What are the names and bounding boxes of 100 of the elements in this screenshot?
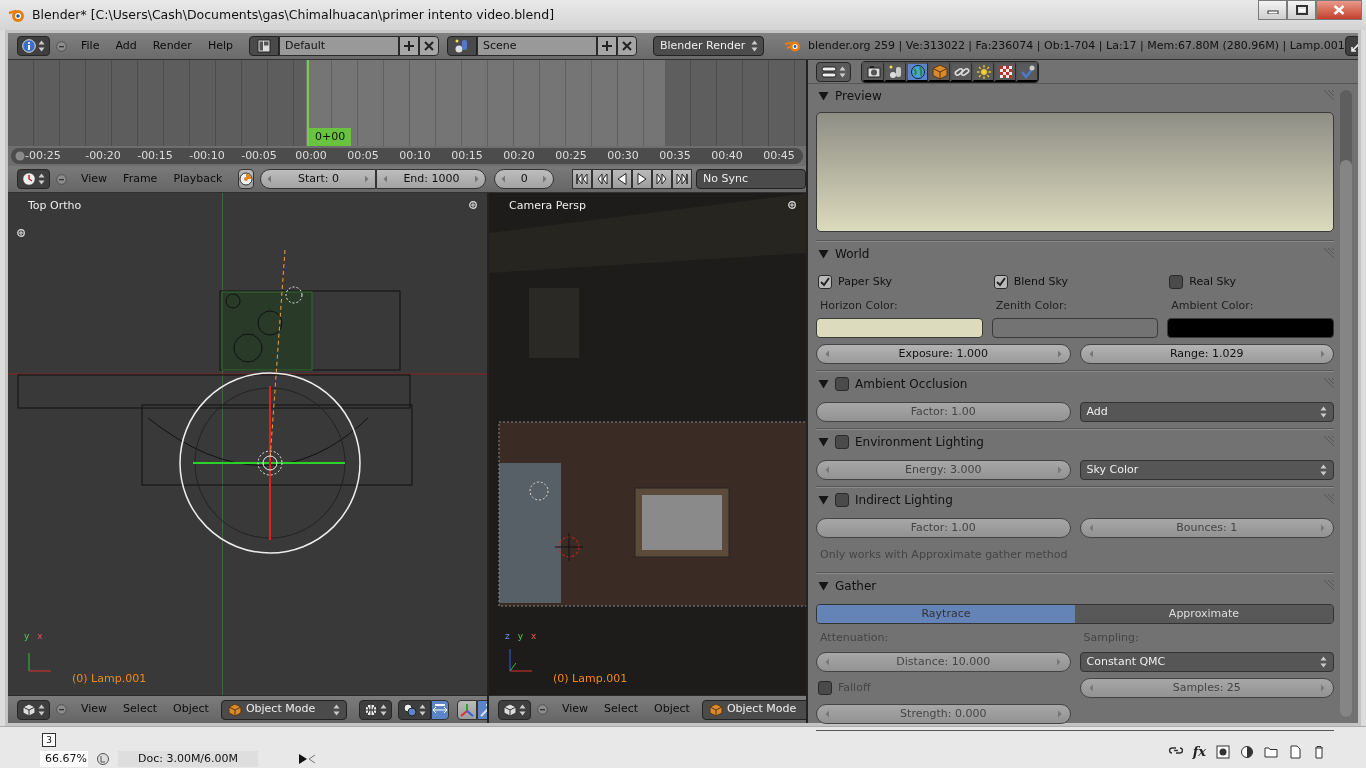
checkbox[interactable] xyxy=(818,681,832,695)
info-icon xyxy=(22,39,36,53)
color-swatch[interactable] xyxy=(816,318,983,338)
properties-tab[interactable] xyxy=(906,61,928,82)
up-down-arrows-icon xyxy=(1320,656,1327,668)
editor-type-button[interactable] xyxy=(498,699,531,720)
number-field[interactable]: Exposure: 1.000 xyxy=(816,344,1071,364)
expanded-triangle-icon[interactable] xyxy=(818,379,829,389)
checkbox[interactable] xyxy=(835,435,849,449)
panel-title: World xyxy=(835,246,870,263)
effects-button[interactable]: fx xyxy=(1192,742,1206,762)
scene-browse-button[interactable] xyxy=(446,36,477,56)
number-field[interactable]: Strength: 0.000 xyxy=(816,704,1071,724)
menu-item[interactable]: Add xyxy=(107,37,145,55)
sync-dropdown[interactable]: No Sync xyxy=(696,169,806,189)
editor-type-button[interactable] xyxy=(17,699,50,720)
menu-item[interactable]: View xyxy=(73,701,116,718)
number-field[interactable]: Distance: 10.000 xyxy=(816,652,1071,672)
number-field[interactable]: Range: 1.029 xyxy=(1079,344,1334,364)
number-field[interactable]: Samples: 25 xyxy=(1079,678,1334,698)
up-down-arrows-icon xyxy=(1320,406,1327,418)
layer-tool-button[interactable] xyxy=(1312,745,1326,759)
menu-item[interactable]: Select xyxy=(115,701,166,718)
layout-name-field[interactable]: Default xyxy=(278,36,399,56)
close-icon xyxy=(620,40,633,52)
render-engine-dropdown[interactable]: Blender Render xyxy=(652,36,764,56)
expanded-triangle-icon[interactable] xyxy=(818,437,829,447)
expanded-triangle-icon[interactable] xyxy=(818,249,829,259)
remove-button[interactable] xyxy=(418,36,439,56)
menu-item[interactable]: Playback xyxy=(165,170,231,188)
layout-browse-button[interactable] xyxy=(248,36,279,56)
checkbox[interactable] xyxy=(835,377,849,391)
editor-type-button[interactable] xyxy=(17,169,50,189)
checkbox[interactable] xyxy=(835,493,849,507)
play-button[interactable] xyxy=(632,169,652,189)
dropdown[interactable]: Add xyxy=(1079,402,1334,422)
layer-tool-button[interactable] xyxy=(1240,745,1254,759)
properties-tab[interactable] xyxy=(928,61,950,82)
maximize-button[interactable] xyxy=(1287,0,1316,20)
number-field[interactable]: Bounces: 1 xyxy=(1079,518,1334,538)
pivot-dropdown[interactable] xyxy=(397,699,431,720)
zoom-field[interactable]: 66.67% xyxy=(40,751,88,767)
dropdown[interactable]: Sky Color xyxy=(1079,460,1334,480)
properties-tab[interactable] xyxy=(862,61,884,82)
mode-dropdown[interactable]: Object Mode xyxy=(220,699,347,720)
keyframe-button[interactable] xyxy=(238,169,255,189)
previous-keyframe-button[interactable] xyxy=(592,169,612,189)
menu-item[interactable]: View xyxy=(554,701,597,718)
next-keyframe-button[interactable] xyxy=(652,169,672,189)
menu-item[interactable]: Object xyxy=(646,701,698,718)
context-dropdown[interactable] xyxy=(816,61,851,82)
properties-tab[interactable] xyxy=(1016,61,1038,82)
layer-tool-button[interactable] xyxy=(1264,745,1278,759)
layer-tool-button[interactable] xyxy=(1216,745,1230,759)
color-swatch[interactable] xyxy=(991,318,1159,338)
checkbox[interactable] xyxy=(1169,275,1184,289)
scene-name-field[interactable]: Scene xyxy=(476,36,597,56)
left-arrow-icon xyxy=(825,350,830,358)
folder-icon xyxy=(1264,745,1278,759)
slider-field[interactable]: Factor: 1.00 xyxy=(816,518,1071,538)
toggle-option[interactable]: Approximate xyxy=(1075,605,1333,623)
transform-manipulator-button[interactable] xyxy=(456,699,477,720)
menu-item[interactable]: Object xyxy=(165,701,217,718)
checkbox[interactable] xyxy=(818,275,832,289)
shading-dropdown[interactable] xyxy=(358,699,392,720)
menu-item[interactable]: View xyxy=(73,170,116,188)
add-button[interactable] xyxy=(596,36,617,56)
color-swatch[interactable] xyxy=(1167,318,1334,338)
expanded-triangle-icon[interactable] xyxy=(818,495,829,505)
expanded-triangle-icon[interactable] xyxy=(818,91,829,101)
dropdown[interactable]: Constant QMC xyxy=(1079,652,1334,672)
play-reverse-button[interactable] xyxy=(612,169,632,189)
checkbox[interactable] xyxy=(993,275,1008,289)
end-frame-field[interactable]: End: 1000 xyxy=(376,169,487,189)
menu-item[interactable]: Help xyxy=(199,37,241,55)
mode-dropdown[interactable]: Object Mode xyxy=(701,699,806,720)
manipulate-center-button[interactable] xyxy=(430,699,449,720)
close-button[interactable] xyxy=(1316,0,1362,20)
layer-tool-button[interactable] xyxy=(1288,745,1302,759)
current-frame-field[interactable]: 0 xyxy=(494,169,554,189)
slider-field[interactable]: Factor: 1.00 xyxy=(816,402,1071,422)
toggle-option[interactable]: Raytrace xyxy=(817,605,1075,623)
remove-button[interactable] xyxy=(616,36,637,56)
menu-item[interactable]: Render xyxy=(144,37,200,55)
properties-tab[interactable] xyxy=(994,61,1016,82)
jump-end-button[interactable] xyxy=(672,169,692,189)
properties-tab[interactable] xyxy=(884,61,906,82)
menu-item[interactable]: Frame xyxy=(115,170,166,188)
number-field[interactable]: Energy: 3.000 xyxy=(816,460,1071,480)
minimize-button[interactable] xyxy=(1258,0,1287,20)
start-frame-field[interactable]: Start: 0 xyxy=(260,169,377,189)
menu-item[interactable]: Select xyxy=(596,701,647,718)
jump-start-button[interactable] xyxy=(572,169,592,189)
properties-tab[interactable] xyxy=(950,61,972,82)
menu-item[interactable]: File xyxy=(73,37,108,55)
expanded-triangle-icon[interactable] xyxy=(818,581,829,591)
document-size-text: Doc: 3.00M/6.00M xyxy=(118,751,258,767)
editor-type-button[interactable] xyxy=(17,36,50,56)
properties-tab[interactable] xyxy=(972,61,994,82)
add-button[interactable] xyxy=(398,36,419,56)
